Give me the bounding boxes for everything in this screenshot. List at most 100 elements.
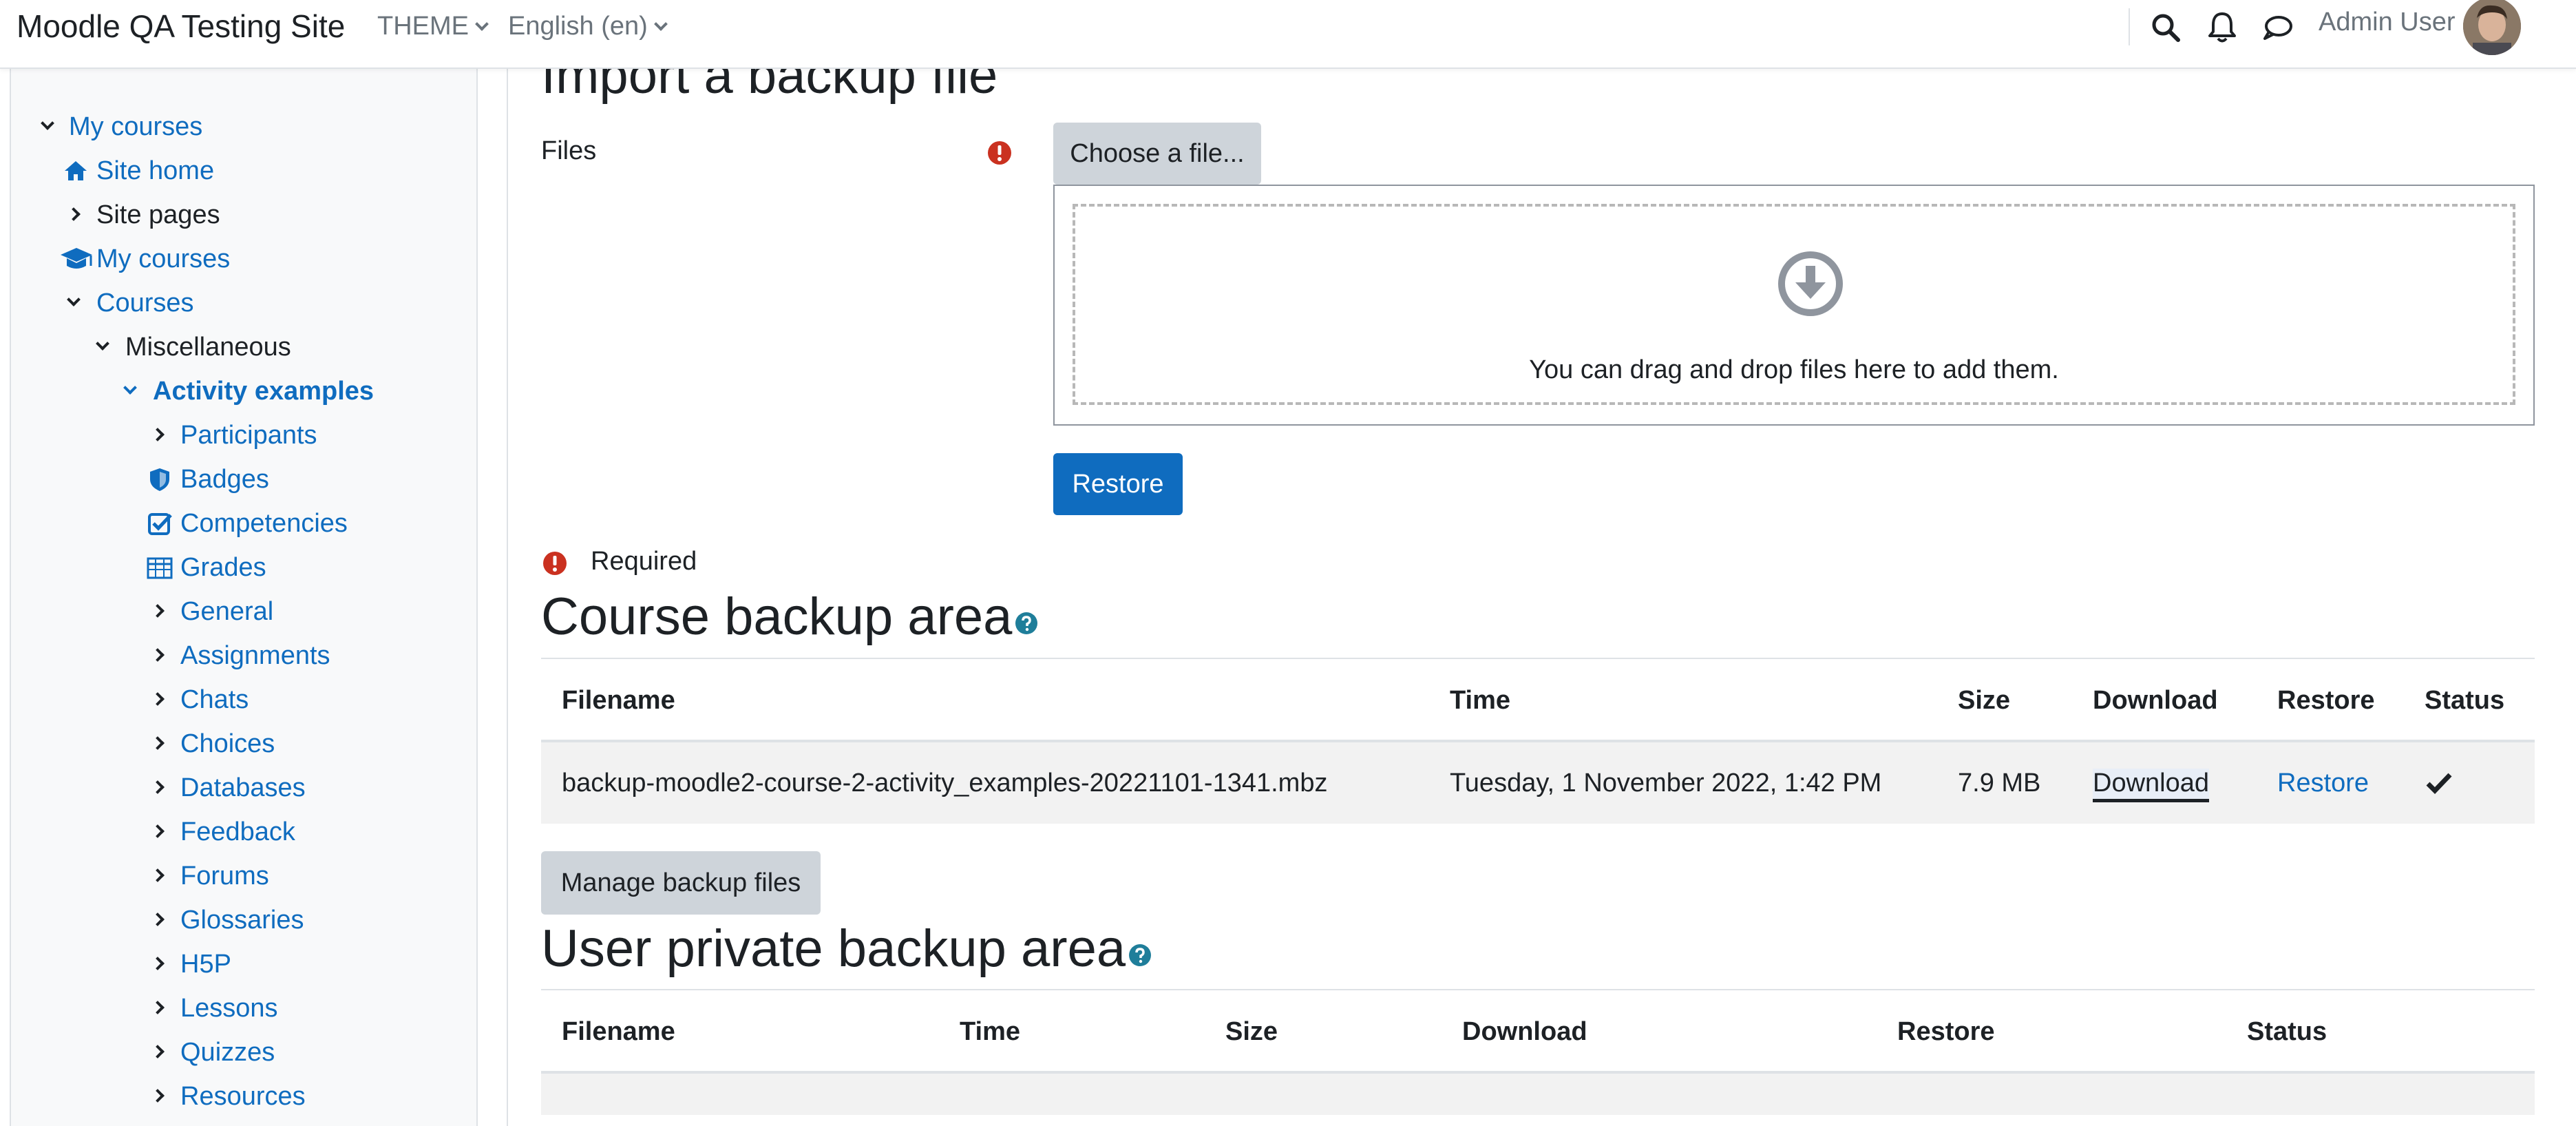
site-brand[interactable]: Moodle QA Testing Site — [17, 7, 345, 45]
row-download-link[interactable]: Download — [2093, 767, 2209, 802]
row-restore-link[interactable]: Restore — [2277, 767, 2369, 800]
tree-item-label: Site pages — [96, 200, 220, 229]
col-time: Time — [1450, 686, 1511, 715]
tree-item-chats[interactable]: Chats — [151, 682, 249, 718]
col-restore: Restore — [1897, 1017, 1995, 1046]
theme-menu-label: THEME — [377, 12, 469, 41]
required-legend: Required — [591, 547, 697, 576]
tree-item-label: Activity examples — [153, 377, 374, 406]
tree-item-quizzes[interactable]: Quizzes — [151, 1034, 275, 1070]
table-top-border — [541, 658, 2535, 659]
col-filename: Filename — [562, 686, 675, 715]
course-backup-title: Course backup area — [541, 587, 1013, 646]
check-square-icon — [148, 513, 172, 535]
tree-item-label: Badges — [180, 465, 269, 494]
tree-item-grades[interactable]: Grades — [146, 550, 266, 585]
tree-item-courses[interactable]: Courses — [67, 285, 194, 321]
tree-item-feedback[interactable]: Feedback — [151, 814, 295, 850]
tree-item-label: Assignments — [180, 641, 330, 670]
files-label: Files — [541, 136, 597, 165]
required-icon — [543, 552, 567, 575]
tree-item-label: Competencies — [180, 509, 348, 538]
graduation-cap-icon — [61, 248, 92, 269]
row-size: 7.9 MB — [1958, 769, 2041, 797]
file-picker-area[interactable]: You can drag and drop files here to add … — [1053, 185, 2535, 426]
tree-item-resources[interactable]: Resources — [151, 1078, 306, 1114]
download-link-text[interactable]: Download — [2093, 769, 2209, 802]
bell-icon[interactable] — [2203, 8, 2241, 47]
check-icon — [2426, 773, 2452, 795]
chevron-right-icon — [151, 428, 165, 441]
tree-item-label: Quizzes — [180, 1038, 275, 1067]
table-top-border — [541, 989, 2535, 990]
chevron-right-icon — [151, 1045, 165, 1059]
chevron-right-icon — [151, 736, 165, 750]
tree-item-label: Databases — [180, 773, 306, 802]
drop-zone[interactable]: You can drag and drop files here to add … — [1073, 204, 2515, 405]
course-index-drawer: ​ My courses Site home Site pages My cou… — [10, 69, 478, 1126]
language-menu[interactable]: English (en) — [508, 10, 668, 43]
download-circle-icon — [1778, 251, 1843, 316]
col-status: Status — [2425, 686, 2505, 715]
restore-button[interactable]: Restore — [1053, 453, 1183, 515]
chevron-down-icon — [123, 381, 137, 395]
search-icon[interactable] — [2146, 8, 2185, 47]
chevron-down-icon — [96, 337, 109, 351]
tree-item-label: Choices — [180, 729, 275, 758]
tree-item-databases[interactable]: Databases — [151, 770, 306, 806]
tree-item-competencies[interactable]: Competencies — [146, 505, 348, 541]
choose-file-button[interactable]: Choose a file... — [1053, 123, 1261, 185]
chevron-right-icon — [151, 604, 165, 618]
tree-item-label: Lessons — [180, 994, 278, 1023]
tree-item-h5p[interactable]: H5P — [151, 946, 231, 982]
home-icon — [65, 161, 87, 180]
tree-item-label: Participants — [180, 421, 317, 450]
tree-item-label: H5P — [180, 950, 231, 979]
required-icon — [988, 141, 1011, 165]
user-avatar-image — [2463, 0, 2521, 55]
help-icon[interactable] — [1128, 943, 1152, 967]
manage-backup-files-button[interactable]: Manage backup files — [541, 851, 821, 915]
tree-item-my-courses[interactable]: My courses — [41, 109, 202, 145]
drop-zone-text: You can drag and drop files here to add … — [1529, 355, 2059, 384]
tree-item-general[interactable]: General — [151, 594, 274, 629]
tree-item-site-home[interactable]: Site home — [62, 153, 214, 189]
language-menu-label: English (en) — [508, 12, 648, 41]
chevron-right-icon — [151, 868, 165, 882]
tree-item-choices[interactable]: Choices — [151, 726, 275, 762]
avatar[interactable] — [2463, 0, 2521, 55]
tree-item-forums[interactable]: Forums — [151, 858, 269, 894]
tree-item-label: Miscellaneous — [125, 333, 291, 362]
col-download: Download — [1462, 1017, 1587, 1046]
tree-item-label: General — [180, 597, 274, 626]
tree-item-miscellaneous[interactable]: Miscellaneous — [96, 329, 291, 365]
user-backup-title: User private backup area — [541, 919, 1126, 978]
col-download: Download — [2093, 686, 2218, 715]
col-status: Status — [2247, 1017, 2327, 1046]
user-menu-name[interactable]: Admin User — [2319, 6, 2456, 39]
chevron-right-icon — [151, 1001, 165, 1014]
tree-item-badges[interactable]: Badges — [146, 461, 269, 497]
row-time: Tuesday, 1 November 2022, 1:42 PM — [1450, 769, 1882, 797]
course-backup-heading: Course backup area — [541, 584, 1038, 650]
tree-item-assignments[interactable]: Assignments — [151, 638, 330, 674]
col-time: Time — [960, 1017, 1021, 1046]
navbar-divider — [2129, 8, 2130, 45]
col-restore: Restore — [2277, 686, 2375, 715]
shield-icon — [150, 468, 169, 491]
chevron-down-icon — [67, 293, 81, 306]
tree-item-participants[interactable]: Participants — [151, 417, 317, 453]
tree-item-label: Chats — [180, 685, 249, 714]
chevron-right-icon — [67, 207, 81, 221]
theme-menu[interactable]: THEME — [377, 10, 489, 43]
tree-item-lessons[interactable]: Lessons — [151, 990, 278, 1026]
tree-item-site-pages[interactable]: Site pages — [67, 197, 220, 233]
tree-item-activity-examples[interactable]: Activity examples — [123, 373, 374, 409]
chevron-down-icon — [653, 17, 668, 31]
tree-item-glossaries[interactable]: Glossaries — [151, 902, 304, 938]
tree-item-label: Courses — [96, 289, 194, 317]
chat-bubble-icon[interactable] — [2258, 8, 2297, 47]
help-icon[interactable] — [1015, 612, 1038, 635]
tree-item-my-courses-cap[interactable]: My courses — [59, 241, 230, 277]
chevron-right-icon — [151, 913, 165, 926]
